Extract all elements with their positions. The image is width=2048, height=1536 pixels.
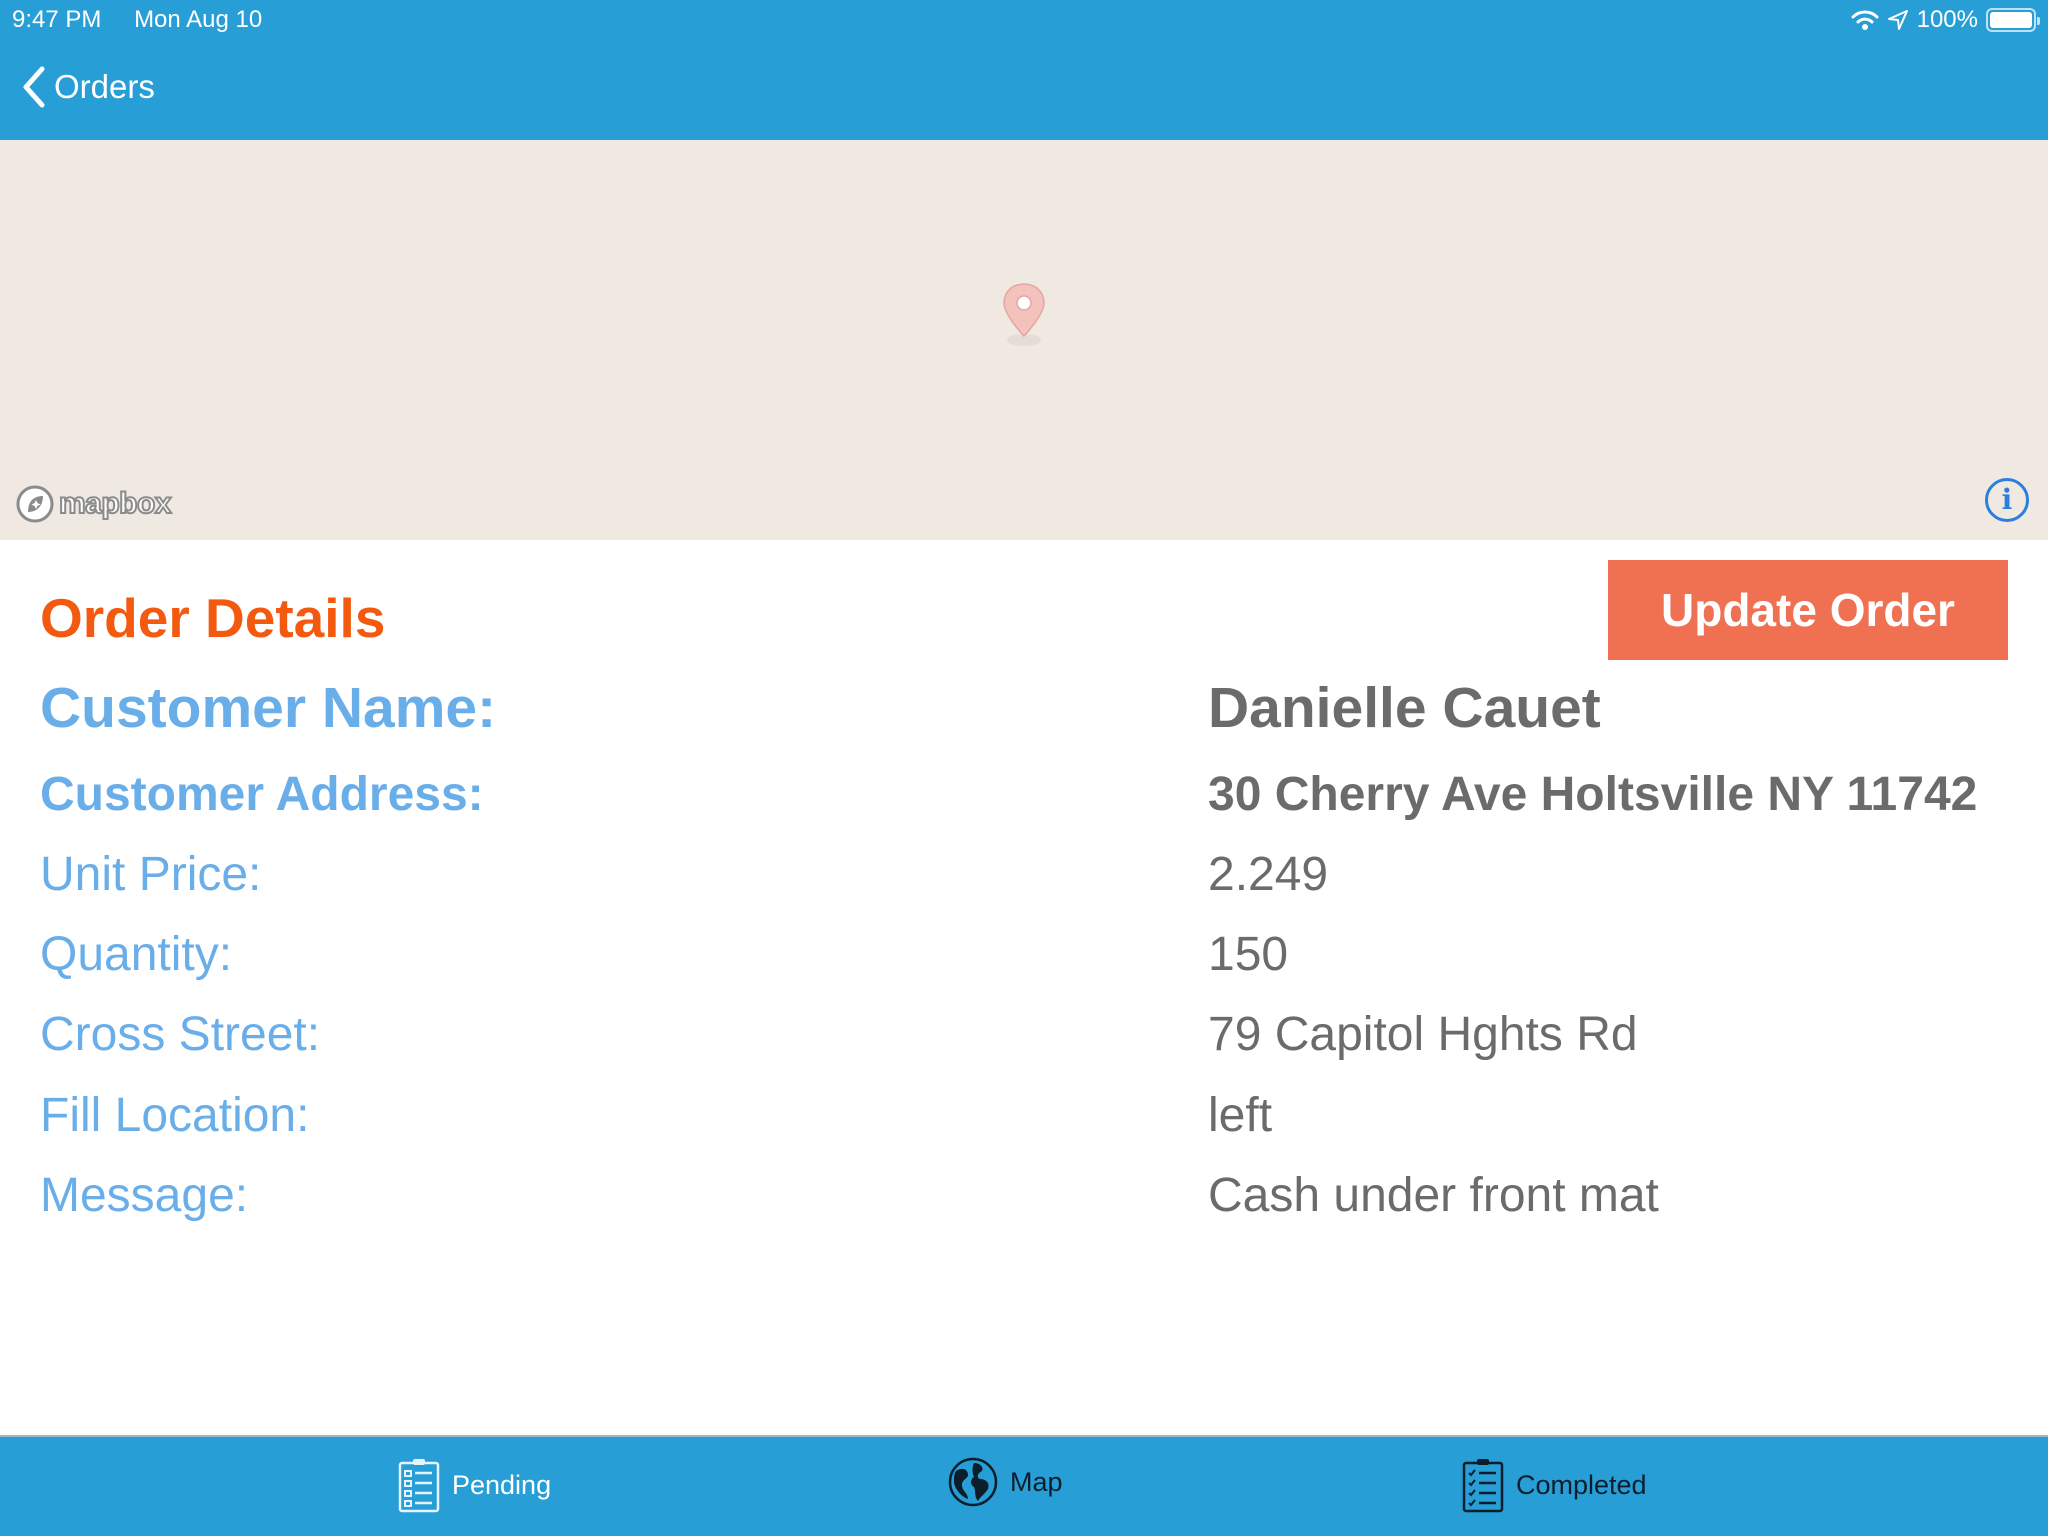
- unit-price-label: Unit Price:: [40, 848, 262, 901]
- top-bar: 9:47 PM Mon Aug 10 100% Orders: [0, 0, 2048, 140]
- customer-address-label: Customer Address:: [40, 768, 484, 821]
- message-label: Message:: [40, 1169, 249, 1222]
- back-button[interactable]: Orders: [22, 66, 155, 108]
- location-arrow-icon: [1887, 10, 1908, 30]
- fill-location-label: Fill Location:: [40, 1089, 310, 1142]
- tab-completed[interactable]: Completed: [1462, 1457, 1647, 1513]
- clipboard-list-icon: [398, 1459, 440, 1513]
- tab-pending[interactable]: Pending: [398, 1457, 551, 1513]
- back-label: Orders: [54, 68, 155, 105]
- info-icon: i: [2001, 483, 2013, 516]
- tab-bar: Pending Map Completed: [0, 1435, 2048, 1536]
- clipboard-check-icon: [1462, 1459, 1504, 1513]
- tab-completed-label: Completed: [1516, 1469, 1647, 1500]
- map-pin-icon[interactable]: [1000, 282, 1048, 348]
- globe-icon: [948, 1457, 998, 1507]
- mapbox-logo[interactable]: mapbox: [15, 484, 173, 524]
- battery-percent: 100%: [1916, 6, 1978, 33]
- fill-location-value: left: [1208, 1089, 1273, 1142]
- customer-name-value: Danielle Cauet: [1208, 676, 1601, 740]
- mapbox-wordmark: mapbox: [58, 486, 173, 521]
- cross-street-label: Cross Street:: [40, 1008, 321, 1061]
- battery-icon: [1986, 8, 2040, 32]
- quantity-value: 150: [1208, 928, 1289, 981]
- update-order-button[interactable]: Update Order: [1608, 560, 2008, 660]
- tab-map-label: Map: [1010, 1466, 1063, 1497]
- quantity-label: Quantity:: [40, 928, 233, 981]
- cross-street-value: 79 Capitol Hghts Rd: [1208, 1008, 1638, 1061]
- status-time: 9:47 PM: [12, 6, 102, 33]
- tab-pending-label: Pending: [452, 1469, 552, 1500]
- customer-address-value: 30 Cherry Ave Holtsville NY 11742: [1208, 768, 1978, 821]
- status-date: Mon Aug 10: [134, 6, 263, 33]
- map-info-button[interactable]: i: [1985, 478, 2029, 522]
- order-details-title: Order Details: [40, 587, 386, 649]
- mapbox-icon: [16, 485, 54, 523]
- message-value: Cash under front mat: [1208, 1169, 1659, 1222]
- chevron-left-icon: [23, 66, 45, 108]
- status-bar-left: 9:47 PM Mon Aug 10: [12, 6, 288, 34]
- status-bar-right: 100%: [1851, 6, 2040, 34]
- wifi-icon: [1851, 10, 1879, 30]
- customer-name-label: Customer Name:: [40, 676, 497, 740]
- unit-price-value: 2.249: [1208, 848, 1329, 901]
- tab-map[interactable]: Map: [948, 1457, 1063, 1507]
